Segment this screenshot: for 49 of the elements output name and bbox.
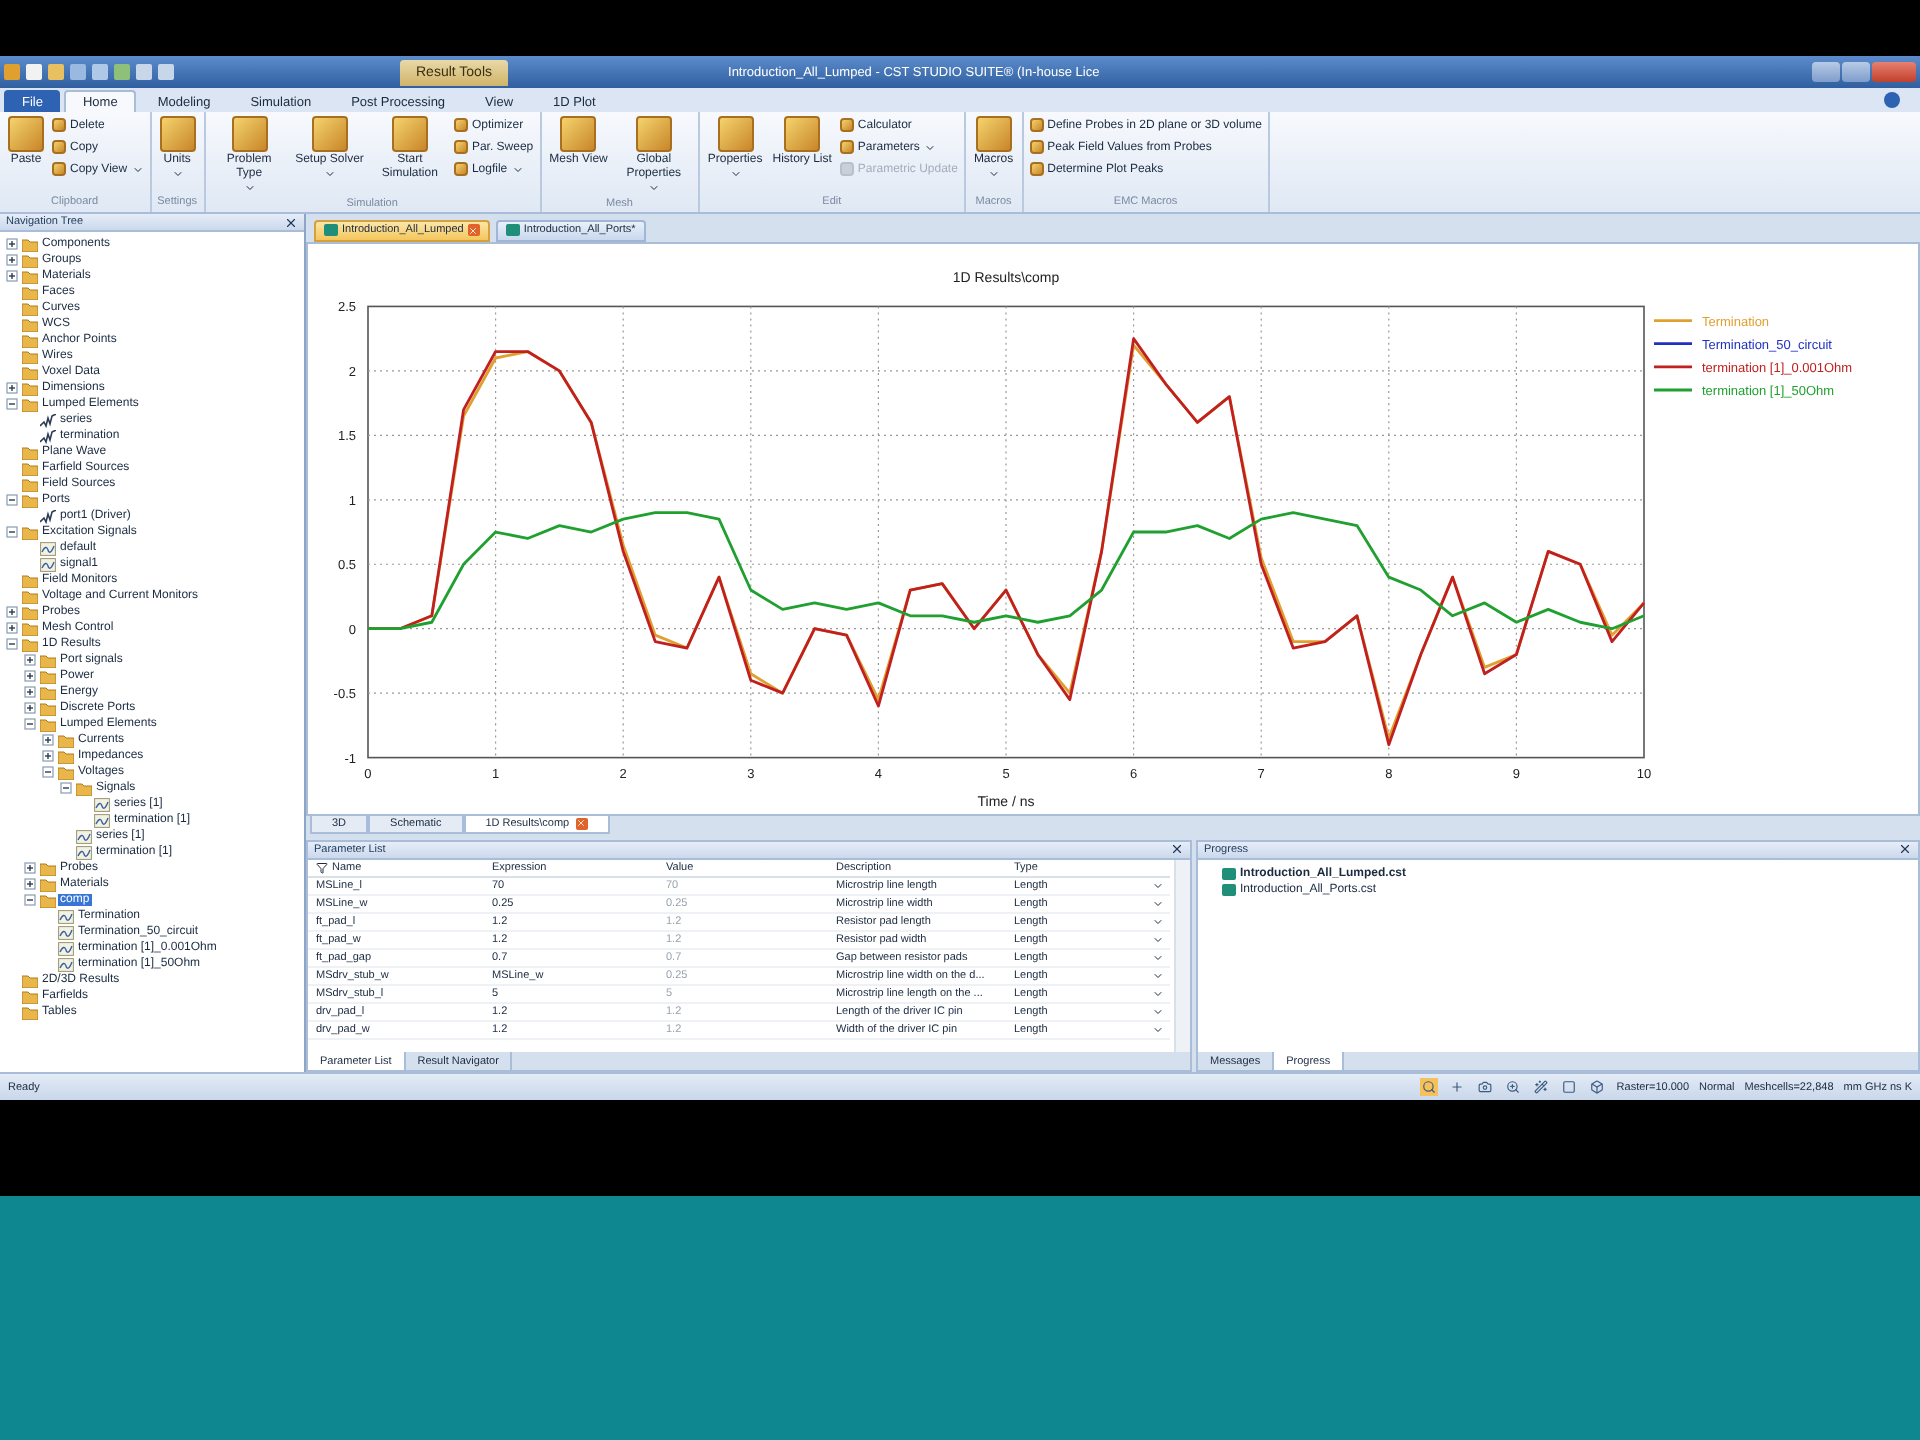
square-icon [560,116,597,152]
square-icon [8,116,44,152]
zoom-icon[interactable] [1504,1078,1523,1096]
expand-toggle[interactable] [6,638,18,650]
square-icon [391,116,428,152]
square-icon[interactable] [1560,1078,1579,1096]
square-icon [975,116,1012,152]
expand-toggle[interactable] [24,702,36,714]
search-icon[interactable] [1420,1078,1439,1096]
plus-icon[interactable] [1448,1078,1467,1096]
expand-toggle[interactable] [24,894,36,906]
expand-toggle[interactable] [24,670,36,682]
expand-toggle[interactable] [24,878,36,890]
help-icon[interactable] [1884,92,1900,108]
expand-toggle[interactable] [6,526,18,538]
expand-toggle[interactable] [6,494,18,506]
expand-toggle[interactable] [6,270,18,282]
expand-toggle[interactable] [24,654,36,666]
resistor-icon [40,509,56,523]
expand-toggle[interactable] [6,398,18,410]
folder-icon [22,525,38,539]
cube-icon[interactable] [1588,1078,1607,1096]
expand-toggle[interactable] [42,750,54,762]
close-icon[interactable] [1170,842,1184,857]
expand-toggle[interactable] [42,766,54,778]
square-icon [159,116,196,152]
expand-toggle[interactable] [6,382,18,394]
square-icon [784,116,821,152]
expand-toggle[interactable] [6,622,18,634]
expand-toggle[interactable] [24,718,36,730]
document-icon [505,224,520,237]
expand-toggle[interactable] [42,734,54,746]
expand-toggle[interactable] [6,254,18,266]
square-icon [717,116,754,152]
expand-toggle[interactable] [60,782,72,794]
close-icon[interactable] [1898,842,1912,857]
filter-icon[interactable] [316,861,328,874]
square-icon [635,116,672,152]
expand-toggle[interactable] [24,862,36,874]
expand-toggle[interactable] [6,606,18,618]
scrollbar[interactable] [1174,859,1190,1052]
close-icon[interactable] [284,215,298,229]
expand-toggle[interactable] [24,686,36,698]
square-icon [311,116,348,152]
expand-toggle[interactable] [6,238,18,250]
square-icon [231,116,268,152]
wand-icon[interactable] [1532,1078,1551,1096]
document-icon [324,224,338,237]
camera-icon[interactable] [1476,1078,1495,1096]
